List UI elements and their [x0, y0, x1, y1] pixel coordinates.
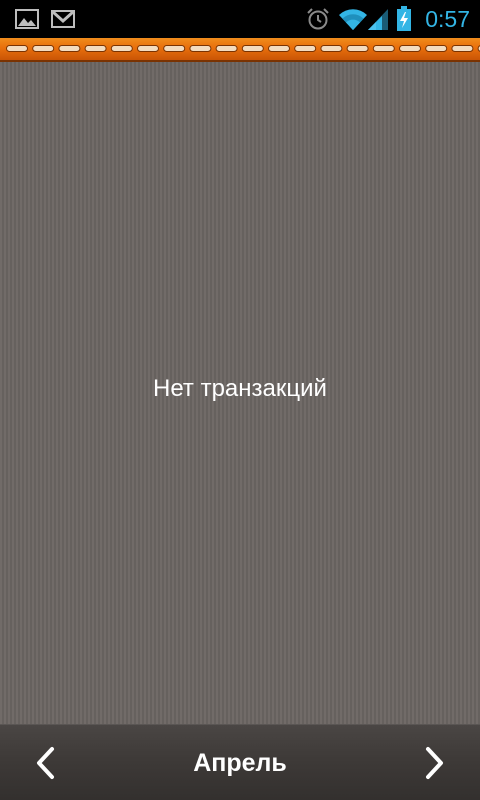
- status-time: 0:57: [425, 6, 470, 32]
- empty-state-message: Нет транзакций: [153, 375, 327, 402]
- month-navigator: Апрель: [0, 724, 480, 800]
- signal-icon: [366, 0, 390, 38]
- alarm-icon: [306, 0, 330, 38]
- status-bar: 0:57: [0, 0, 480, 38]
- chevron-right-icon: [426, 747, 443, 779]
- next-month-button[interactable]: [400, 725, 470, 800]
- header-stitch-strip: [0, 38, 480, 62]
- wifi-icon: [338, 0, 368, 38]
- gmail-icon: [51, 0, 75, 38]
- gallery-icon: [15, 0, 39, 38]
- transactions-list[interactable]: Нет транзакций: [0, 62, 480, 724]
- chevron-left-icon: [37, 747, 54, 779]
- previous-month-button[interactable]: [10, 725, 80, 800]
- screen: 0:57 Нет транзакций Апрель: [0, 0, 480, 800]
- current-month-label: Апрель: [193, 749, 287, 777]
- battery-charging-icon: [396, 0, 412, 38]
